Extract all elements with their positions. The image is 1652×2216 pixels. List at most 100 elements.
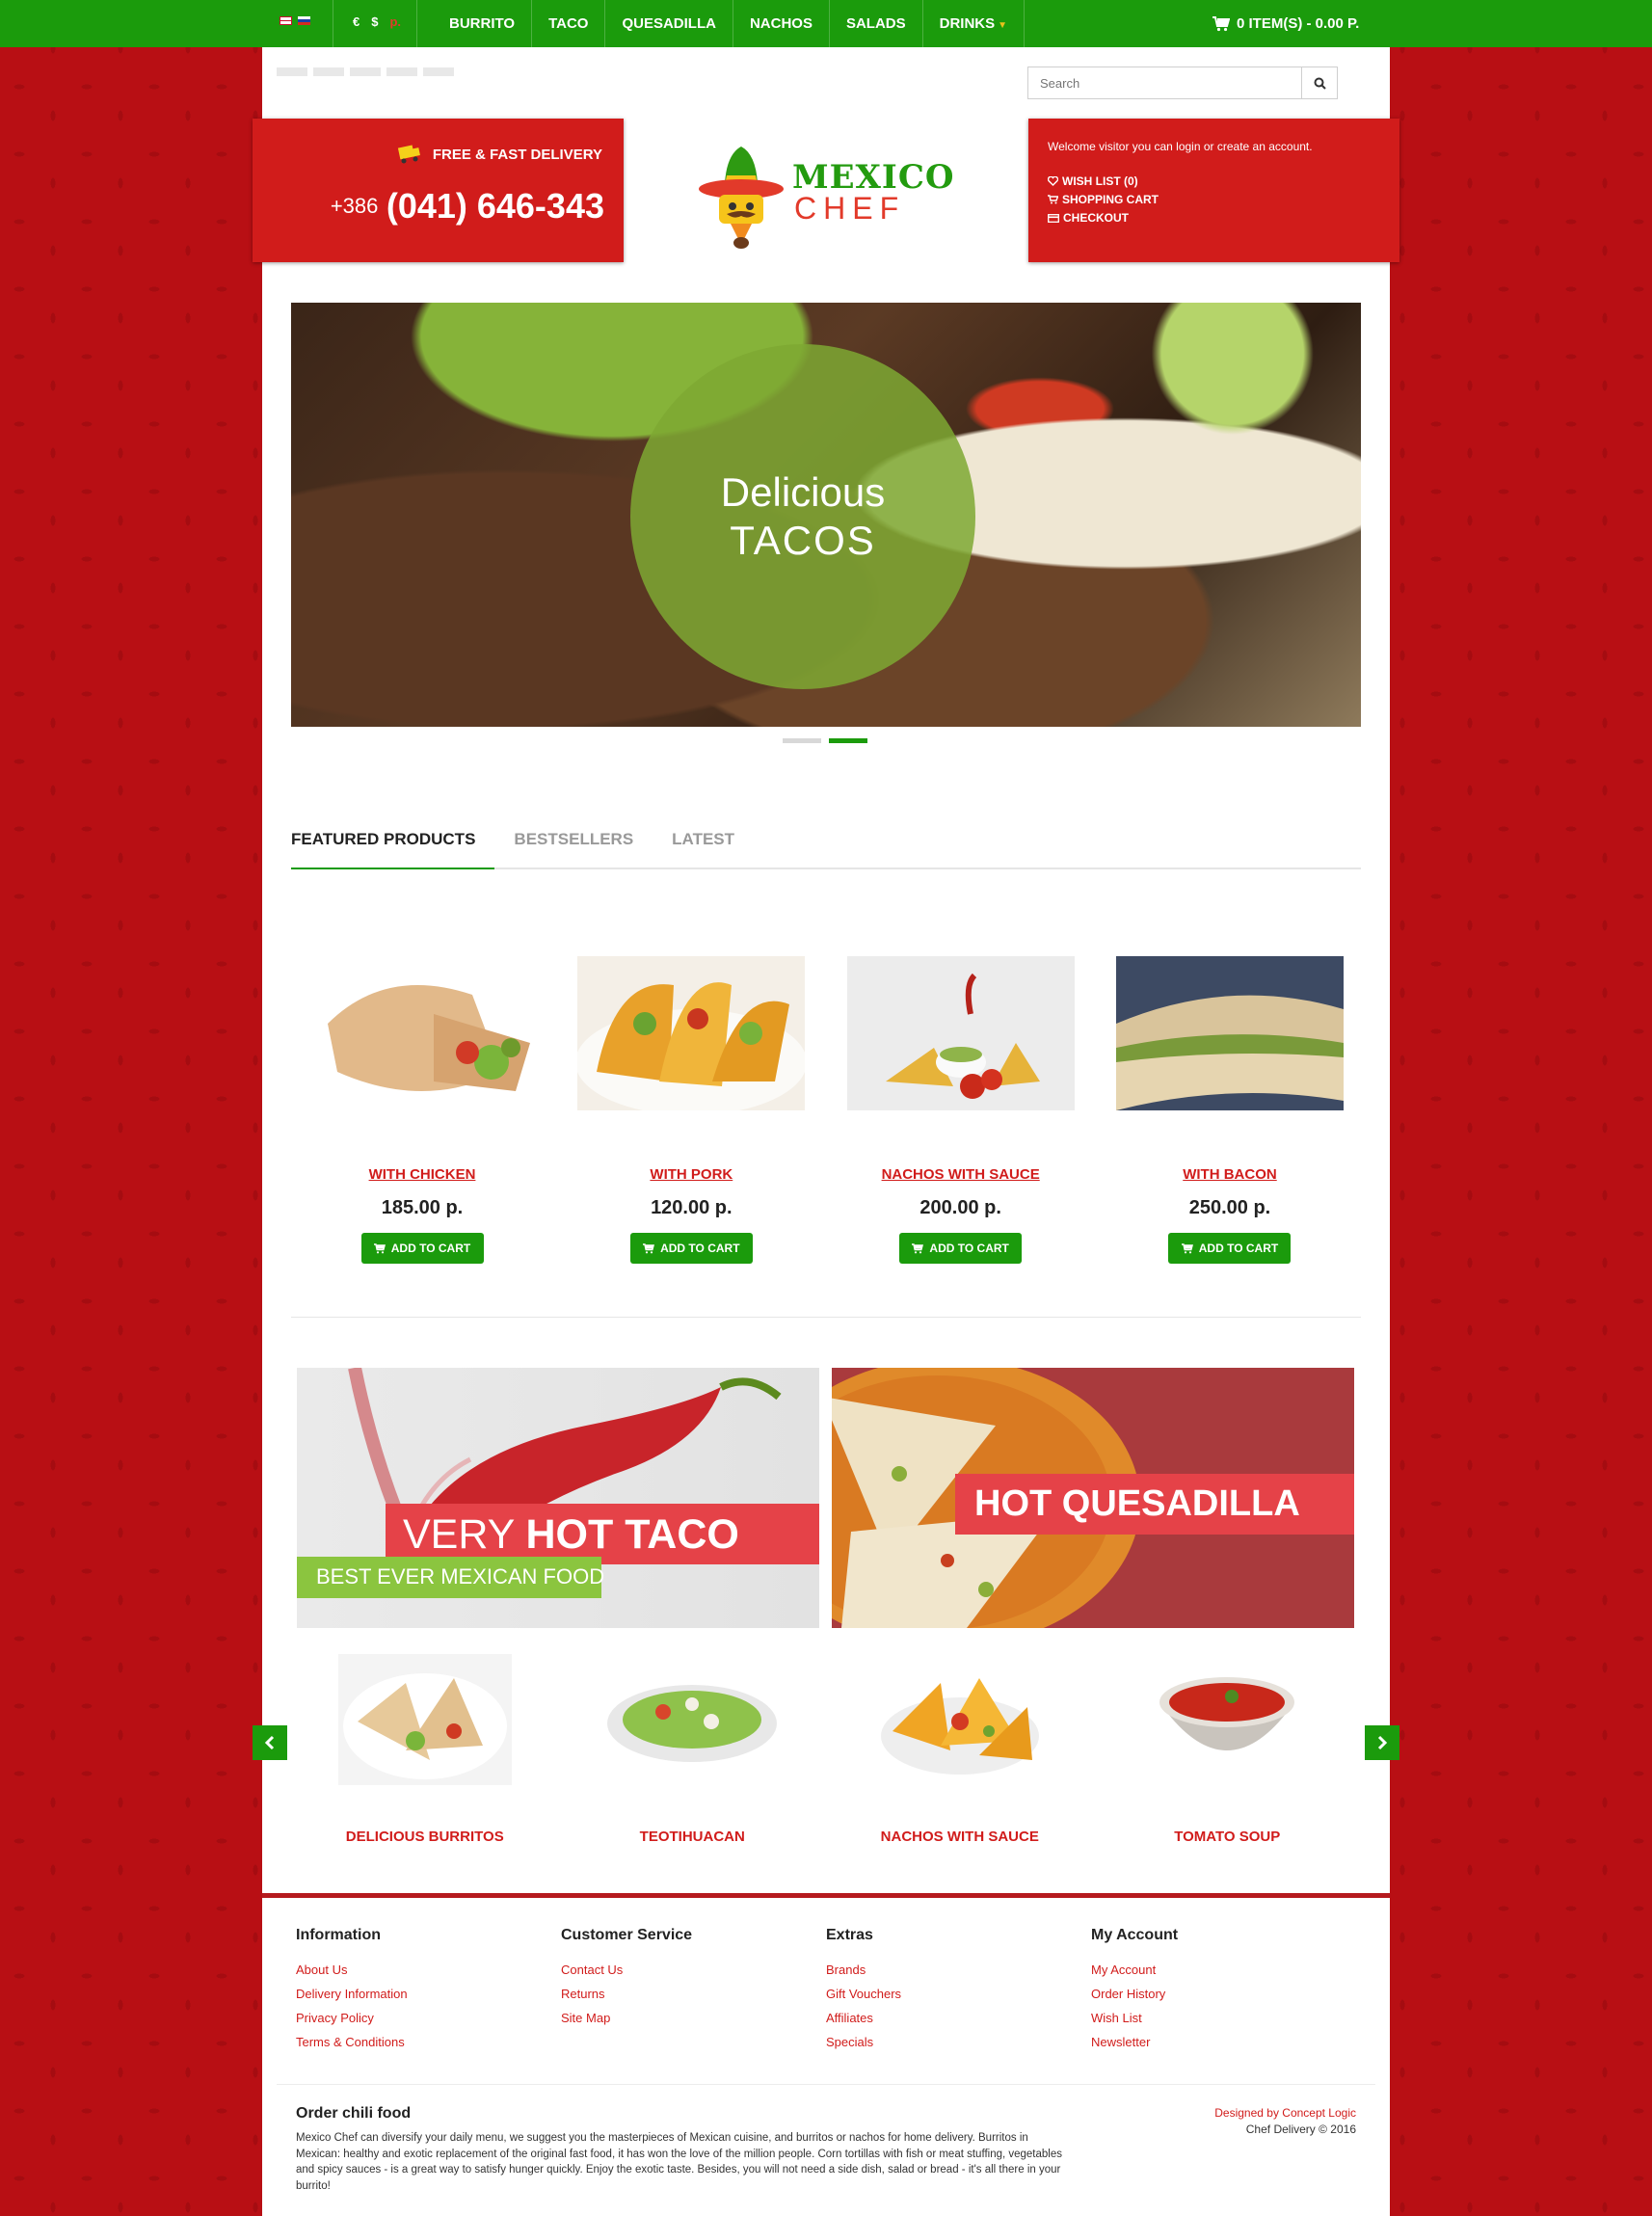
delivery-box: FREE & FAST DELIVERY +386 (041) 646-343: [253, 119, 624, 262]
slide-caption: Delicious TACOS: [630, 344, 975, 689]
slider-dot-2[interactable]: [829, 738, 867, 743]
category-item[interactable]: DELICIOUS BURRITOS: [309, 1654, 541, 1845]
nav-burrito[interactable]: BURRITO: [433, 0, 533, 47]
nav-quesadilla[interactable]: QUESADILLA: [605, 0, 733, 47]
cart-summary: 0 ITEM(S) - 0.00 P.: [1237, 15, 1360, 32]
slider-pagination: [783, 738, 867, 743]
banner-hot-taco[interactable]: VERY HOT TACO BEST EVER MEXICAN FOOD: [297, 1368, 819, 1628]
footer-link-my-account[interactable]: My Account: [1091, 1958, 1356, 1982]
cart-icon: [1048, 195, 1058, 204]
phone-digits: (041) 646-343: [386, 186, 604, 226]
category-name[interactable]: DELICIOUS BURRITOS: [309, 1829, 541, 1845]
footer-link-contact[interactable]: Contact Us: [561, 1958, 826, 1982]
currency-dollar[interactable]: $: [371, 14, 378, 29]
product-image-burrito[interactable]: [308, 956, 536, 1110]
cart-icon: [912, 1242, 924, 1253]
product-image-quesadilla[interactable]: [1115, 956, 1344, 1110]
tab-featured-products[interactable]: FEATURED PRODUCTS: [291, 826, 495, 869]
category-name[interactable]: NACHOS WITH SAUCE: [844, 1829, 1076, 1845]
footer-link-returns[interactable]: Returns: [561, 1982, 826, 2006]
product-card: NACHOS WITH SAUCE 200.00 p. ADD TO CART: [846, 956, 1075, 1264]
product-price: 185.00 p.: [381, 1197, 464, 1218]
footer-link-brands[interactable]: Brands: [826, 1958, 1091, 1982]
header-cart-button[interactable]: 0 ITEM(S) - 0.00 P.: [1212, 15, 1359, 32]
category-item[interactable]: TOMATO SOUP: [1111, 1654, 1343, 1845]
search-input[interactable]: [1028, 67, 1301, 98]
category-item[interactable]: NACHOS WITH SAUCE: [844, 1654, 1076, 1845]
footer-link-wish-list[interactable]: Wish List: [1091, 2006, 1356, 2030]
add-to-cart-button[interactable]: ADD TO CART: [360, 1233, 484, 1264]
delivery-label: FREE & FAST DELIVERY: [396, 143, 602, 166]
banner-hot-quesadilla[interactable]: HOT QUESADILLA: [832, 1368, 1354, 1628]
checkout-link[interactable]: CHECKOUT: [1048, 211, 1380, 225]
nav-taco[interactable]: TACO: [532, 0, 606, 47]
wish-list-link[interactable]: WISH LIST (0): [1048, 174, 1380, 188]
footer-link-about-us[interactable]: About Us: [296, 1958, 561, 1982]
product-name[interactable]: WITH PORK: [577, 1166, 805, 1183]
tab-bestsellers[interactable]: BESTSELLERS: [514, 826, 633, 868]
welcome-text: Welcome visitor you can login or create …: [1048, 140, 1313, 153]
product-name[interactable]: WITH BACON: [1116, 1166, 1344, 1183]
product-card: WITH BACON 250.00 p. ADD TO CART: [1115, 956, 1344, 1264]
product-image-nachos[interactable]: [846, 956, 1075, 1110]
flag-en-icon[interactable]: [280, 16, 292, 25]
add-to-cart-button[interactable]: ADD TO CART: [1168, 1233, 1292, 1264]
tab-latest[interactable]: LATEST: [672, 826, 734, 868]
carousel-next-button[interactable]: [1365, 1725, 1399, 1760]
add-to-cart-button[interactable]: ADD TO CART: [899, 1233, 1023, 1264]
shopping-cart-link[interactable]: SHOPPING CART: [1048, 193, 1380, 206]
category-name[interactable]: TOMATO SOUP: [1111, 1829, 1343, 1845]
footer-link-terms[interactable]: Terms & Conditions: [296, 2030, 561, 2054]
add-to-cart-label: ADD TO CART: [660, 1241, 740, 1255]
footer-link-order-history[interactable]: Order History: [1091, 1982, 1356, 2006]
slider-dot-1[interactable]: [783, 738, 821, 743]
slide-caption-line1: Delicious: [720, 469, 886, 515]
cart-icon: [1181, 1242, 1193, 1253]
footer-heading: My Account: [1091, 1927, 1179, 1943]
banner-taco-title-bold: HOT TACO: [525, 1511, 739, 1558]
nav-drinks[interactable]: DRINKS ▼: [923, 0, 1026, 47]
nav-drinks-label: DRINKS: [939, 15, 996, 32]
product-card: WITH CHICKEN 185.00 p. ADD TO CART: [308, 956, 536, 1264]
product-image-tacos[interactable]: [575, 956, 808, 1115]
chevron-left-icon: [264, 1735, 275, 1750]
banner-taco-title: VERY HOT TACO: [386, 1504, 819, 1564]
footer-heading: Information: [296, 1927, 381, 1943]
footer-link-affiliates[interactable]: Affiliates: [826, 2006, 1091, 2030]
footer-link-privacy[interactable]: Privacy Policy: [296, 2006, 561, 2030]
flag-ru-icon[interactable]: [298, 16, 310, 25]
placeholder-bars: [277, 67, 454, 76]
footer-link-specials[interactable]: Specials: [826, 2030, 1091, 2054]
footer-link-gift-vouchers[interactable]: Gift Vouchers: [826, 1982, 1091, 2006]
category-name[interactable]: TEOTIHUACAN: [576, 1829, 808, 1845]
slide-caption-line2: TACOS: [730, 518, 876, 563]
hero-slider[interactable]: Delicious TACOS: [291, 303, 1361, 727]
sombrero-mascot-icon: [699, 147, 784, 249]
product-name[interactable]: NACHOS WITH SAUCE: [847, 1166, 1075, 1183]
footer-column-extras: Extras Brands Gift Vouchers Affiliates S…: [826, 1927, 1091, 2054]
footer-link-newsletter[interactable]: Newsletter: [1091, 2030, 1356, 2054]
account-box: Welcome visitor you can login or create …: [1028, 119, 1399, 262]
carousel-prev-button[interactable]: [253, 1725, 287, 1760]
currency-euro[interactable]: €: [353, 14, 360, 29]
nav-salads[interactable]: SALADS: [830, 0, 923, 47]
site-logo[interactable]: MEXICO CHEF: [698, 145, 958, 249]
product-name[interactable]: WITH CHICKEN: [308, 1166, 536, 1183]
search-button[interactable]: [1301, 67, 1337, 98]
add-to-cart-button[interactable]: ADD TO CART: [629, 1233, 753, 1264]
credits: Designed by Concept Logic Chef Delivery …: [1214, 2105, 1356, 2138]
category-image-salad: [605, 1654, 780, 1785]
footer-link-delivery[interactable]: Delivery Information: [296, 1982, 561, 2006]
banner-taco-subtitle: BEST EVER MEXICAN FOOD: [297, 1557, 604, 1598]
currency-ruble[interactable]: р.: [389, 14, 401, 29]
designer-link[interactable]: Designed by Concept Logic: [1214, 2106, 1356, 2120]
wish-list-label: WISH LIST (0): [1062, 174, 1138, 188]
footer-column-information: Information About Us Delivery Informatio…: [296, 1927, 561, 2054]
search-box: [1027, 67, 1338, 99]
footer-link-sitemap[interactable]: Site Map: [561, 2006, 826, 2030]
banner-quesadilla-title: HOT QUESADILLA: [955, 1474, 1354, 1535]
category-item[interactable]: TEOTIHUACAN: [576, 1654, 808, 1845]
footer-heading: Customer Service: [561, 1927, 693, 1943]
delivery-text: FREE & FAST DELIVERY: [432, 146, 602, 163]
nav-nachos[interactable]: NACHOS: [733, 0, 830, 47]
